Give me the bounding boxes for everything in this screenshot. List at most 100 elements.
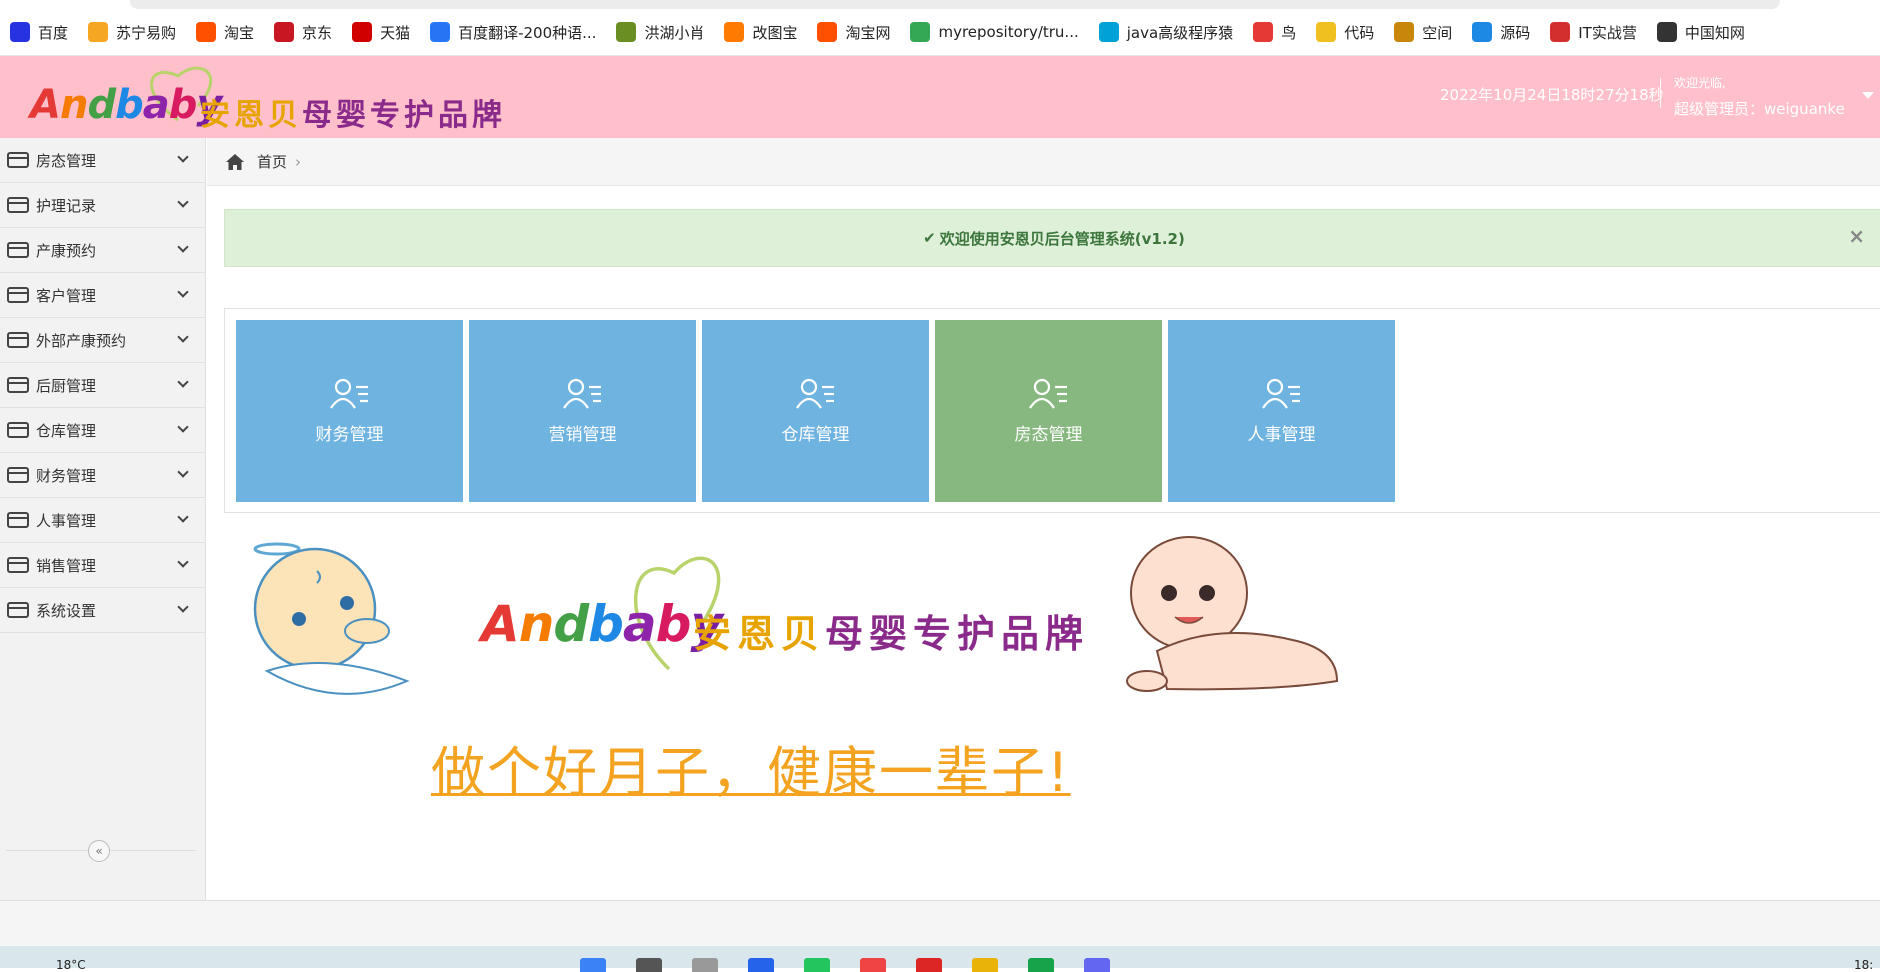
taskbar-wechat-icon[interactable] (1028, 958, 1054, 972)
card-icon (7, 422, 29, 438)
bookmark-item[interactable]: 淘宝网 (817, 22, 890, 43)
taskbar-start-icon[interactable] (580, 958, 606, 972)
sidebar-item-label: 财务管理 (36, 466, 97, 485)
sidebar-item[interactable]: 房态管理 (0, 138, 205, 183)
tmall-icon (352, 22, 373, 42)
taskbar-clock: 18: (1854, 958, 1874, 972)
brand-logo: Andbaby 安恩贝母婴专护品牌 (28, 62, 508, 136)
shortcut-tile[interactable]: 房态管理 (935, 320, 1162, 502)
sidebar-item[interactable]: 产康预约 (0, 228, 205, 273)
bookmark-item[interactable]: 京东 (274, 22, 332, 43)
sidebar-item[interactable]: 销售管理 (0, 543, 205, 588)
sidebar-collapse-button[interactable]: « (88, 840, 110, 862)
breadcrumb: 首页 › (207, 138, 1880, 186)
sidebar-item[interactable]: 仓库管理 (0, 408, 205, 453)
bookmark-label: 中国知网 (1684, 23, 1745, 42)
bookmark-item[interactable]: 洪湖小肖 (616, 22, 704, 43)
bookmark-item[interactable]: 苏宁易购 (88, 22, 176, 43)
bookmark-label: myrepository/tru... (938, 23, 1079, 41)
bookmark-label: 天猫 (380, 23, 411, 42)
header-user[interactable]: 超级管理员：weiguanke (1674, 98, 1845, 119)
taskbar-app-icon[interactable] (748, 958, 774, 972)
chevron-down-icon (177, 511, 189, 523)
bookmark-item[interactable]: IT实战营 (1550, 22, 1637, 43)
bookmark-item[interactable]: 淘宝 (196, 22, 254, 43)
taskbar-file-icon[interactable] (692, 958, 718, 972)
bookmark-item[interactable]: 百度 (10, 22, 68, 43)
sidebar-item[interactable]: 财务管理 (0, 453, 205, 498)
sidebar-item-label: 仓库管理 (36, 421, 97, 440)
weather-widget[interactable]: 18°C (56, 958, 86, 972)
sidebar-item[interactable]: 系统设置 (0, 588, 205, 633)
bookmark-item[interactable]: 源码 (1472, 22, 1530, 43)
bookmark-item[interactable]: 代码 (1316, 22, 1374, 43)
logo-brand-cn: 安恩贝 (200, 98, 302, 133)
taskbar-search-icon[interactable] (636, 958, 662, 972)
tile-label: 营销管理 (548, 424, 617, 445)
sidebar-item[interactable]: 外部产康预约 (0, 318, 205, 363)
cnki-icon (1656, 22, 1677, 42)
bookmark-label: 洪湖小肖 (644, 23, 705, 42)
address-bar-remnant (130, 0, 1780, 9)
shortcut-tile[interactable]: 营销管理 (469, 320, 696, 502)
taobao-icon (817, 22, 838, 42)
baby-crawling-icon (1126, 536, 1339, 692)
image-edit-icon (724, 22, 745, 42)
logo-wordmark: Andbaby (30, 82, 222, 128)
taskbar-folder-icon[interactable] (972, 958, 998, 972)
card-icon (7, 197, 29, 213)
bookmark-item[interactable]: java高级程序猿 (1098, 22, 1233, 43)
user-menu-caret-icon[interactable] (1862, 92, 1874, 99)
bookmark-label: 苏宁易购 (116, 23, 177, 42)
taskbar-chrome-icon[interactable] (860, 958, 886, 972)
bookmarks-bar: 百度 苏宁易购 淘宝 京东 天猫 百度翻译-200种语... 洪湖小肖 改图宝 淘宝网 myrep… (0, 0, 1880, 56)
card-icon (7, 557, 29, 573)
bookmark-item[interactable]: 鸟 (1253, 22, 1296, 43)
jd-icon (274, 22, 295, 42)
it-icon (1550, 22, 1571, 42)
card-icon (7, 152, 29, 168)
close-icon[interactable]: × (1848, 224, 1865, 248)
fish-icon (1472, 22, 1493, 42)
shortcut-tile[interactable]: 仓库管理 (702, 320, 929, 502)
sidebar-item-label: 外部产康预约 (36, 331, 127, 350)
card-icon (7, 242, 29, 258)
logo-tagline: 母婴专护品牌 (302, 98, 506, 133)
sidebar: 房态管理 护理记录 产康预约 客户管理外部产康预约后厨管理仓库管理财务管理人事管理 销售… (0, 138, 206, 900)
feather-icon (616, 22, 637, 42)
slogan-link[interactable]: 做个好月子，健康一辈子! (431, 728, 1071, 807)
sidebar-item[interactable]: 人事管理 (0, 498, 205, 543)
card-icon (7, 512, 29, 528)
bookmark-list: 百度 苏宁易购 淘宝 京东 天猫 百度翻译-200种语... 洪湖小肖 改图宝 淘宝网 myrep… (10, 20, 1765, 44)
shortcut-tile[interactable]: 财务管理 (236, 320, 463, 502)
chevron-down-icon (177, 331, 189, 343)
tile-label: 房态管理 (1014, 424, 1083, 445)
card-icon (7, 602, 29, 618)
bookmark-item[interactable]: myrepository/tru... (910, 22, 1079, 42)
sidebar-item[interactable]: 客户管理 (0, 273, 205, 318)
bookmark-label: 百度 (38, 23, 69, 42)
bookmark-item[interactable]: 空间 (1394, 22, 1452, 43)
sidebar-item[interactable]: 护理记录 (0, 183, 205, 228)
taskbar-record-icon[interactable] (916, 958, 942, 972)
chevron-down-icon (177, 286, 189, 298)
breadcrumb-home[interactable]: 首页 (257, 151, 287, 172)
bookmark-item[interactable]: 中国知网 (1656, 22, 1745, 43)
home-icon[interactable] (225, 153, 245, 171)
banner-brand-cn: 安恩贝 (693, 611, 826, 656)
header-divider (1660, 78, 1661, 108)
bookmark-item[interactable]: 改图宝 (724, 22, 797, 43)
taskbar-browser-icon[interactable] (804, 958, 830, 972)
taskbar-ide-icon[interactable] (1084, 958, 1110, 972)
chevron-down-icon (177, 466, 189, 478)
bookmark-label: 空间 (1422, 23, 1453, 42)
sidebar-item[interactable]: 后厨管理 (0, 363, 205, 408)
taskbar-apps (580, 958, 1140, 972)
header-datetime: 2022年10月24日18时27分18秒 (1440, 86, 1664, 104)
banner-chinese: 安恩贝母婴专护品牌 (693, 603, 1089, 658)
shortcut-tile[interactable]: 人事管理 (1168, 320, 1395, 502)
bookmark-item[interactable]: 百度翻译-200种语... (430, 22, 596, 43)
bookmark-item[interactable]: 天猫 (352, 22, 410, 43)
main-content: 首页 › ✔ 欢迎使用安恩贝后台管理系统(v1.2) × 财务管理 营销管理 仓库管… (207, 138, 1880, 900)
app-header: Andbaby 安恩贝母婴专护品牌 2022年10月24日18时27分18秒 欢… (0, 56, 1880, 138)
